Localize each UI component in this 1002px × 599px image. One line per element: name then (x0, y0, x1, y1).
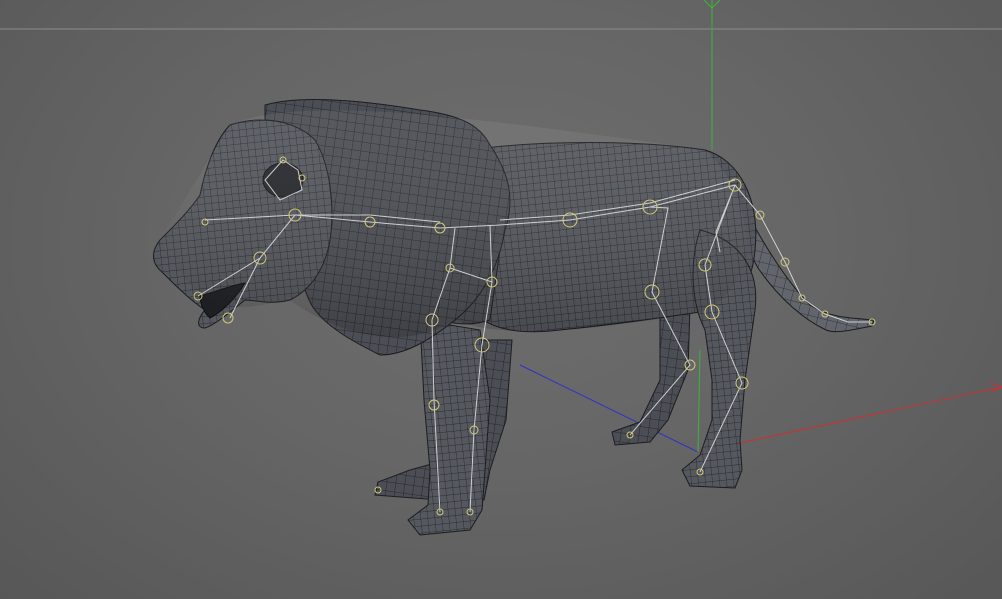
joint[interactable] (222, 312, 234, 324)
lion-mesh[interactable] (153, 99, 875, 536)
lion-tail[interactable] (739, 214, 875, 333)
viewport-canvas[interactable] (0, 0, 1002, 599)
3d-viewport[interactable] (0, 0, 1002, 599)
